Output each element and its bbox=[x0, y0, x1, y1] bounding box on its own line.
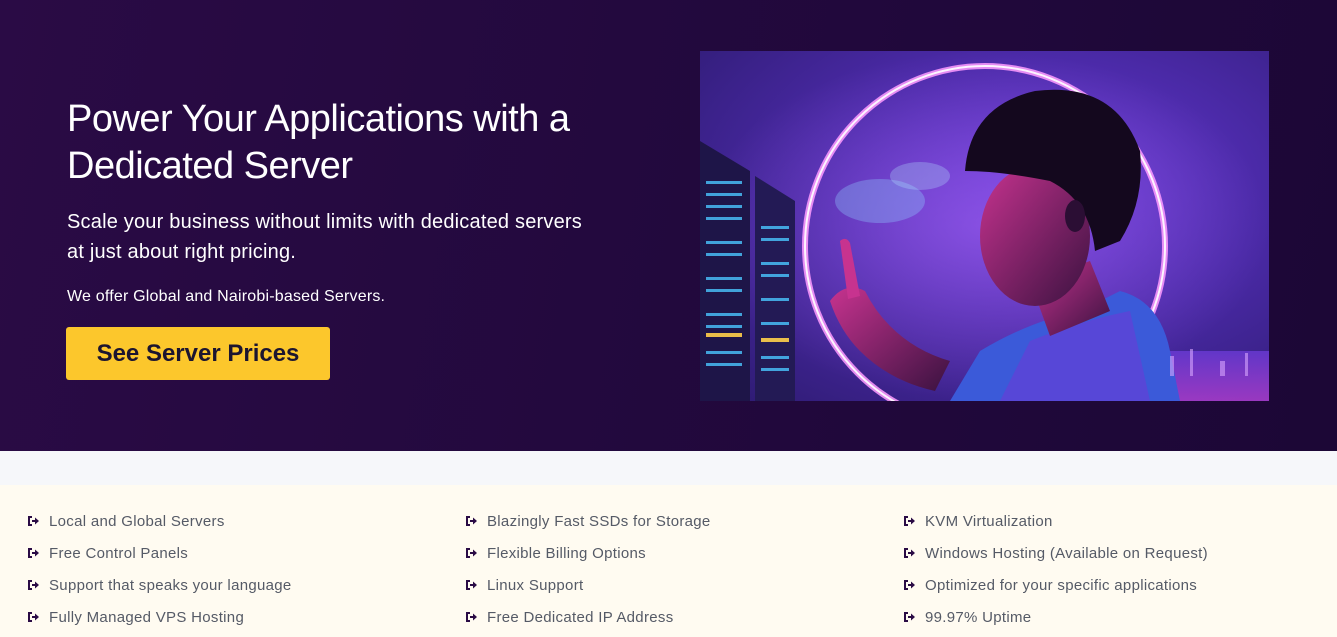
feature-item: Free Control Panels bbox=[26, 537, 292, 569]
hero-image bbox=[700, 51, 1269, 401]
features-column-3: KVM Virtualization Windows Hosting (Avai… bbox=[902, 505, 1208, 633]
hero-section: Power Your Applications with a Dedicated… bbox=[0, 0, 1337, 451]
sign-in-arrow-icon bbox=[28, 516, 39, 526]
feature-item: 99.97% Uptime bbox=[902, 601, 1208, 633]
feature-label: Fully Managed VPS Hosting bbox=[49, 608, 245, 626]
hero-subtitle-line2: at just about right pricing. bbox=[67, 241, 297, 263]
feature-label: Blazingly Fast SSDs for Storage bbox=[487, 512, 711, 530]
features-column-2: Blazingly Fast SSDs for Storage Flexible… bbox=[464, 505, 711, 633]
sign-in-arrow-icon bbox=[466, 516, 477, 526]
hero-title-line2: Dedicated Server bbox=[67, 145, 353, 187]
feature-label: Support that speaks your language bbox=[49, 576, 292, 594]
hero-offer-text: We offer Global and Nairobi-based Server… bbox=[67, 288, 386, 305]
hero-title-line1: Power Your Applications with a bbox=[67, 98, 570, 140]
feature-item: Linux Support bbox=[464, 569, 711, 601]
feature-label: Local and Global Servers bbox=[49, 512, 225, 530]
feature-item: Blazingly Fast SSDs for Storage bbox=[464, 505, 711, 537]
feature-item: Fully Managed VPS Hosting bbox=[26, 601, 292, 633]
see-server-prices-button[interactable]: See Server Prices bbox=[66, 327, 330, 380]
feature-label: Windows Hosting (Available on Request) bbox=[925, 544, 1208, 562]
hero-title: Power Your Applications with a Dedicated… bbox=[67, 96, 667, 190]
feature-label: Free Control Panels bbox=[49, 544, 189, 562]
feature-item: Local and Global Servers bbox=[26, 505, 292, 537]
sign-in-arrow-icon bbox=[904, 548, 915, 558]
feature-item: Support that speaks your language bbox=[26, 569, 292, 601]
sign-in-arrow-icon bbox=[904, 612, 915, 622]
features-section: Local and Global Servers Free Control Pa… bbox=[0, 485, 1337, 637]
feature-label: Linux Support bbox=[487, 576, 584, 594]
feature-label: KVM Virtualization bbox=[925, 512, 1053, 530]
feature-label: 99.97% Uptime bbox=[925, 608, 1032, 626]
hero-subtitle: Scale your business without limits with … bbox=[67, 207, 647, 267]
feature-item: KVM Virtualization bbox=[902, 505, 1208, 537]
feature-label: Flexible Billing Options bbox=[487, 544, 646, 562]
feature-item: Optimized for your specific applications bbox=[902, 569, 1208, 601]
sign-in-arrow-icon bbox=[28, 612, 39, 622]
sign-in-arrow-icon bbox=[466, 612, 477, 622]
sign-in-arrow-icon bbox=[466, 548, 477, 558]
sign-in-arrow-icon bbox=[28, 548, 39, 558]
feature-item: Flexible Billing Options bbox=[464, 537, 711, 569]
server-illustration bbox=[700, 51, 1269, 401]
hero-subtitle-line1: Scale your business without limits with … bbox=[67, 211, 582, 233]
feature-label: Free Dedicated IP Address bbox=[487, 608, 674, 626]
features-column-1: Local and Global Servers Free Control Pa… bbox=[26, 505, 292, 633]
feature-label: Optimized for your specific applications bbox=[925, 576, 1198, 594]
sign-in-arrow-icon bbox=[904, 580, 915, 590]
sign-in-arrow-icon bbox=[904, 516, 915, 526]
feature-item: Free Dedicated IP Address bbox=[464, 601, 711, 633]
feature-item: Windows Hosting (Available on Request) bbox=[902, 537, 1208, 569]
sign-in-arrow-icon bbox=[28, 580, 39, 590]
sign-in-arrow-icon bbox=[466, 580, 477, 590]
